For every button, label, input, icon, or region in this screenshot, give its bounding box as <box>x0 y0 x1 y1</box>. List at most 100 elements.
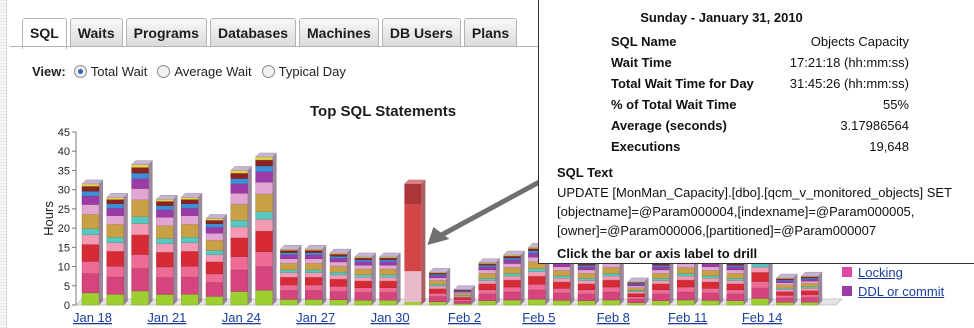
bar-Jan 28-seg-3[interactable] <box>329 278 348 287</box>
bar-Feb 4-seg-7[interactable] <box>503 263 521 268</box>
bar-Feb 3-seg-3[interactable] <box>478 283 496 290</box>
bar-Jan 24-seg-4[interactable] <box>230 226 249 238</box>
bar-Jan 28-seg-7[interactable] <box>329 261 348 267</box>
bar-Feb 12-seg-3[interactable] <box>701 281 720 289</box>
bar-Jan 21-seg-8[interactable] <box>156 209 174 218</box>
bar-Feb 13-seg-7[interactable] <box>726 269 744 274</box>
bar-Feb 7-seg-5[interactable] <box>577 278 596 281</box>
bar-Jan 21-seg-0[interactable] <box>156 294 174 306</box>
bar-Feb 12-seg-2[interactable] <box>701 288 720 294</box>
bar-Feb 9-seg-1[interactable] <box>627 298 645 303</box>
bar-Feb 1-seg-1[interactable] <box>429 296 447 302</box>
bar-Feb 9-seg-7[interactable] <box>627 285 645 288</box>
bar-Jan 20-seg-10[interactable] <box>131 167 149 174</box>
bar-Jan 25-seg-4[interactable] <box>255 218 273 232</box>
bar-Feb 8-seg-6[interactable] <box>602 267 620 274</box>
bar-Feb 12-seg-5[interactable] <box>701 275 720 279</box>
bar-Jan 20-seg-2[interactable] <box>131 254 149 269</box>
bar-side-Feb 10[interactable] <box>669 258 674 305</box>
bar-Jan 24-seg-3[interactable] <box>230 237 249 257</box>
bar-Feb 2-seg-2[interactable] <box>453 299 472 302</box>
bar-Feb 1-seg-7[interactable] <box>429 277 447 281</box>
bar-Feb 3-seg-9[interactable] <box>478 265 496 268</box>
bar-side-Jan 28[interactable] <box>347 249 351 305</box>
bar-Feb 8-seg-2[interactable] <box>602 286 620 293</box>
bar-Jan 28-seg-4[interactable] <box>329 274 348 280</box>
bar-Jan 20-seg-3[interactable] <box>131 234 149 255</box>
bar-Jan 30-seg-2[interactable] <box>379 287 397 293</box>
bar-Jan 18-seg-5[interactable] <box>81 228 100 235</box>
bar-Feb 12-seg-0[interactable] <box>701 300 720 306</box>
bar-Feb 14-seg-1[interactable] <box>751 287 769 299</box>
bar-Jan 28-seg-10[interactable] <box>329 253 348 257</box>
bar-Feb 14-seg-3[interactable] <box>751 272 769 282</box>
bar-Jan 18-seg-2[interactable] <box>81 261 100 274</box>
bar-Jan 28-seg-1[interactable] <box>329 291 348 301</box>
bar-Feb 6-seg-1[interactable] <box>553 292 571 301</box>
bar-Jan 26-seg-8[interactable] <box>280 254 298 259</box>
bar-Jan 21-seg-7[interactable] <box>156 217 174 226</box>
bar-Jan 27-seg-6[interactable] <box>305 262 323 271</box>
legend-link-ddl-commit[interactable]: DDL or commit <box>858 284 944 299</box>
bar-Jan 19-seg-10[interactable] <box>106 199 125 205</box>
bar-Feb 9-seg-2[interactable] <box>627 296 645 300</box>
bar-Jan 18-seg-7[interactable] <box>81 204 100 215</box>
bar-Feb 11-seg-5[interactable] <box>677 273 695 277</box>
bar-Feb 1-seg-4[interactable] <box>429 285 447 289</box>
bar-Jan 28-seg-5[interactable] <box>329 272 348 276</box>
bar-Jan 26-seg-4[interactable] <box>280 272 298 278</box>
legend-item-locking[interactable]: Locking <box>842 263 944 281</box>
bar-Feb 16-seg-6[interactable] <box>801 283 819 288</box>
bar-Feb 13-seg-5[interactable] <box>726 278 744 281</box>
bar-Feb 13-seg-8[interactable] <box>726 266 744 271</box>
bar-Jan 30-seg-0[interactable] <box>379 299 397 306</box>
bar-side-Jan 22[interactable] <box>198 193 203 305</box>
bar-Jan 25-seg-3[interactable] <box>255 230 273 252</box>
x-tick-label-Jan-24[interactable]: Jan 24 <box>222 310 261 325</box>
bar-side-Feb 4[interactable] <box>520 251 525 305</box>
bar-Jan 19-seg-5[interactable] <box>106 236 125 243</box>
bar-Jan 25-seg-8[interactable] <box>255 171 273 183</box>
bar-Feb 8-seg-4[interactable] <box>602 275 620 281</box>
bar-Jan 24-seg-6[interactable] <box>230 203 249 221</box>
bar-Feb 4-seg-9[interactable] <box>503 257 521 261</box>
bar-Feb 5-seg-4[interactable] <box>528 271 546 277</box>
bar-Feb 6-seg-3[interactable] <box>553 281 571 289</box>
bar-Feb 1-seg-5[interactable] <box>429 284 447 287</box>
bar-side-Jan 24[interactable] <box>247 166 252 305</box>
bar-Jan 29-seg-3[interactable] <box>354 280 372 288</box>
bar-Feb 4-seg-5[interactable] <box>503 273 521 277</box>
bar-Jan 30-seg-1[interactable] <box>379 292 397 301</box>
bar-Jan 28-seg-2[interactable] <box>329 286 348 292</box>
bar-Feb 10-seg-6[interactable] <box>652 273 670 279</box>
bar-Feb 8-seg-7[interactable] <box>602 263 620 268</box>
bar-Jan 22-seg-3[interactable] <box>180 250 199 267</box>
bar-Jan 20-seg-9[interactable] <box>131 172 149 179</box>
bar-Feb 15-seg-0[interactable] <box>776 302 794 306</box>
bar-Feb 10-seg-9[interactable] <box>652 265 670 268</box>
x-tick-label-Jan-18[interactable]: Jan 18 <box>73 310 112 325</box>
bar-Jan 26-seg-5[interactable] <box>280 269 298 273</box>
bar-Jan 27-seg-2[interactable] <box>305 284 323 291</box>
bar-Feb 5-seg-5[interactable] <box>528 268 546 272</box>
bar-Jan 31-top[interactable] <box>404 183 422 205</box>
bar-Jan 24-seg-10[interactable] <box>230 172 249 179</box>
bar-Jan 23-seg-10[interactable] <box>205 220 224 224</box>
bar-Feb 15-seg-7[interactable] <box>776 282 794 286</box>
bar-Feb 7-seg-3[interactable] <box>577 283 596 290</box>
bar-Jan 25-seg-2[interactable] <box>255 251 273 267</box>
bar-Feb 2-seg-1[interactable] <box>453 300 472 304</box>
bar-Feb 4-seg-8[interactable] <box>503 259 521 264</box>
bar-Feb 13-seg-1[interactable] <box>726 293 744 301</box>
bar-Jan 18-seg-4[interactable] <box>81 234 100 245</box>
bar-Jan 23-seg-0[interactable] <box>205 296 224 306</box>
bar-Jan 23-seg-4[interactable] <box>205 254 224 262</box>
bar-Feb 9-seg-6[interactable] <box>627 287 645 291</box>
bar-Feb 6-seg-0[interactable] <box>553 300 571 306</box>
bar-Jan 26-seg-10[interactable] <box>280 250 298 253</box>
bar-Feb 9-seg-3[interactable] <box>627 293 645 297</box>
bar-Feb 7-seg-8[interactable] <box>577 266 596 271</box>
bar-Feb 3-seg-7[interactable] <box>478 269 496 274</box>
bar-Jan 22-seg-9[interactable] <box>180 203 199 209</box>
bar-Feb 7-seg-6[interactable] <box>577 273 596 279</box>
